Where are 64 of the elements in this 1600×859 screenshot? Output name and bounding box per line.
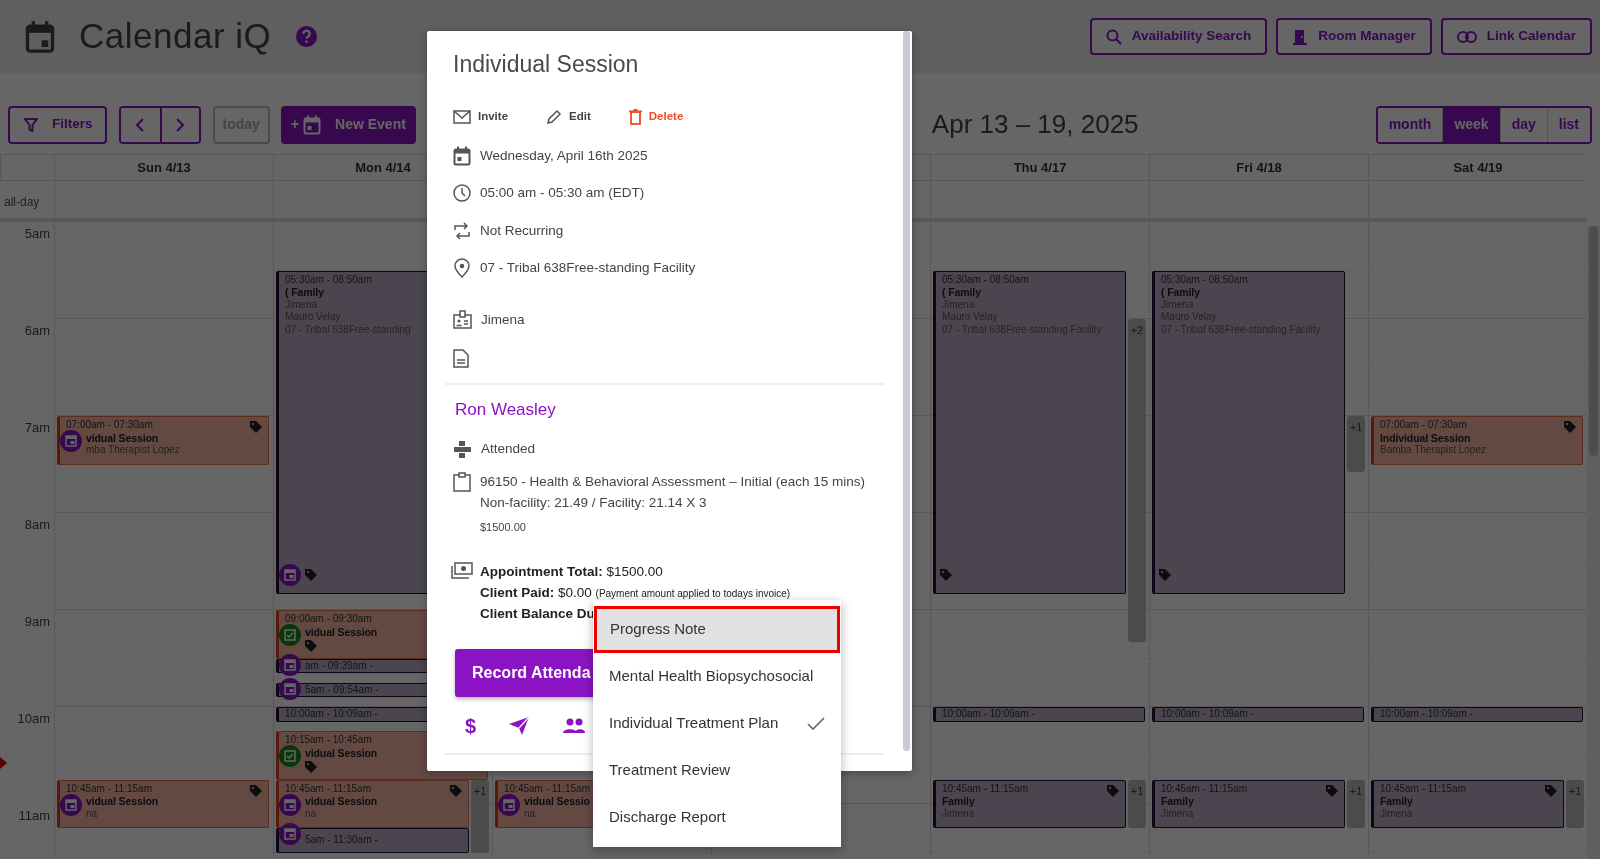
hour-label: 10am	[17, 710, 50, 728]
hour-label: 8am	[24, 516, 50, 534]
next-button[interactable]	[159, 107, 199, 142]
all-day-label: all-day	[0, 180, 54, 222]
session-event[interactable]: 10:45am - 11:15am vidual Session na	[57, 779, 269, 829]
scrollbar[interactable]	[1587, 226, 1600, 859]
search-icon	[1105, 28, 1122, 45]
people-icon[interactable]	[562, 717, 587, 734]
day-header: Fri 4/18	[1149, 154, 1368, 180]
filters-button[interactable]: Filters	[8, 105, 107, 144]
door-icon	[1292, 28, 1309, 45]
app-title: Calendar iQ	[79, 15, 272, 58]
view-tab[interactable]: week	[1442, 107, 1500, 142]
delete-button[interactable]: Delete	[628, 108, 684, 126]
hour-label: 9am	[24, 613, 50, 631]
menu-item[interactable]: Progress Note	[594, 606, 840, 653]
menu-item[interactable]: Treatment Review	[593, 747, 841, 794]
id-badge-icon	[453, 310, 472, 330]
event-time: 05:00 am - 05:30 am (EDT)	[480, 184, 645, 203]
chevron-right-icon	[175, 117, 185, 132]
clipboard-icon	[453, 472, 471, 492]
day-header: Sat 4/19	[1368, 154, 1587, 180]
hour-label: 5am	[24, 225, 50, 243]
hour-label: 6am	[24, 322, 50, 340]
day-header: Sun 4/13	[54, 154, 273, 180]
new-event-button[interactable]: + New Event	[280, 105, 416, 144]
pencil-icon	[546, 109, 563, 125]
date-range-title: Apr 13 – 19, 2025	[931, 108, 1139, 141]
filter-icon	[24, 117, 38, 132]
puzzle-icon	[453, 439, 472, 459]
money-icon	[451, 561, 473, 579]
header-button[interactable]: Link Calendar	[1440, 18, 1592, 55]
hour-label: 11am	[18, 807, 50, 825]
session-event[interactable]: 10:45am - 11:15am vidual Session na	[276, 779, 469, 829]
recurrence-text: Not Recurring	[480, 221, 564, 240]
location-pin-icon	[453, 258, 471, 279]
action-button[interactable]: Invite	[453, 108, 509, 126]
hour-label: 7am	[24, 419, 50, 437]
menu-item[interactable]: Discharge Report	[593, 794, 841, 841]
menu-item[interactable]: Mental Health Biopsychosocial	[593, 653, 841, 700]
header-button[interactable]: Room Manager	[1276, 18, 1432, 55]
clock-icon	[453, 184, 471, 203]
scrollbar-thumb[interactable]	[1589, 226, 1598, 456]
help-icon[interactable]	[296, 26, 318, 47]
calendar-plus-icon	[303, 114, 322, 135]
menu-item[interactable]: Individual Treatment Plan	[593, 700, 841, 747]
trash-icon	[628, 109, 642, 125]
chevron-left-icon	[135, 117, 145, 132]
scrollbar[interactable]	[903, 31, 910, 751]
now-indicator	[0, 757, 7, 770]
document-icon	[453, 349, 469, 368]
calendar-icon	[453, 145, 471, 166]
session-event[interactable]: 07:00am - 07:30am vidual Session mba Therapist Lopez	[57, 416, 269, 465]
view-tab[interactable]: list	[1546, 107, 1590, 142]
header-button[interactable]: Availability Search	[1089, 18, 1268, 55]
calendar-icon	[25, 19, 55, 54]
action-button[interactable]: Edit	[546, 108, 591, 126]
mail-icon	[453, 110, 471, 124]
popup-title: Individual Session	[453, 50, 640, 79]
session-event[interactable]: 07:00am - 07:30am Individual Session Bamba Therapist Lopez	[1371, 416, 1583, 465]
day-header: Thu 4/17	[930, 154, 1149, 180]
link-icon	[1456, 30, 1477, 43]
send-icon[interactable]	[508, 715, 531, 736]
repeat-icon	[453, 221, 471, 240]
